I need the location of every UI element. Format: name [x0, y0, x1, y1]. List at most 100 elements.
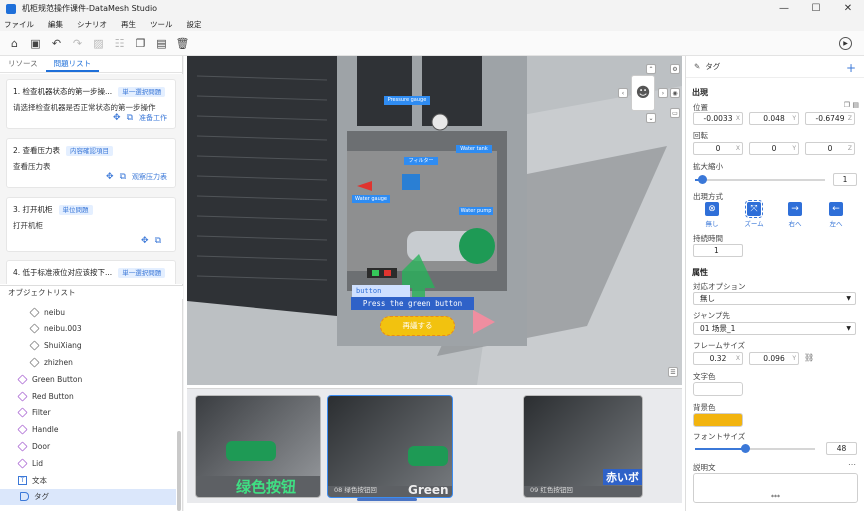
scale-input[interactable]: 1: [833, 173, 857, 186]
minimize-icon[interactable]: —: [768, 0, 800, 17]
text-color-swatch[interactable]: [693, 382, 743, 396]
link-icon[interactable]: ✥: [141, 236, 149, 246]
play-icon[interactable]: ▶: [839, 37, 852, 50]
view-top-icon[interactable]: ⌃: [646, 64, 656, 74]
frame-height-input[interactable]: 0.096 Y: [749, 352, 799, 365]
more-icon[interactable]: ⋯: [848, 460, 856, 469]
object-tree-item[interactable]: Green Button: [17, 371, 82, 387]
scene-yellow-tag-button[interactable]: 再議する: [380, 316, 455, 336]
layout-icon[interactable]: ☷: [109, 33, 130, 54]
label-water-tank[interactable]: Water tank: [456, 145, 492, 153]
question-card[interactable]: 4. 低于标准液位对应该按下... 単一選択問題: [6, 260, 176, 284]
view-left-icon[interactable]: ‹: [618, 88, 628, 98]
view-bottom-icon[interactable]: ⌄: [646, 113, 656, 123]
jump-select[interactable]: 01 场景_1 ▼: [693, 322, 856, 335]
object-tree-item[interactable]: Red Button: [17, 388, 74, 404]
timeline-thumbnail-selected[interactable]: 08 绿色按钮回 Green: [327, 395, 453, 498]
menu-settings[interactable]: 設定: [187, 19, 202, 30]
object-tree-item[interactable]: T 文本: [18, 472, 47, 488]
copy-position-icon[interactable]: ❐: [844, 101, 850, 109]
question-desc: 查看压力表: [13, 162, 51, 171]
question-card[interactable]: 1. 检查机器状态的第一步操... 単一選択問題 请选择检查机器是否正常状态的第一…: [6, 79, 176, 129]
menu-file[interactable]: ファイル: [4, 19, 34, 30]
font-size-slider[interactable]: [695, 444, 815, 453]
mode-none[interactable]: ⊗ 無し: [696, 202, 728, 228]
add-icon[interactable]: +: [846, 61, 856, 75]
view-cube-icon[interactable]: ☻: [631, 75, 655, 111]
timeline-scrollbar[interactable]: [357, 498, 417, 501]
position-x-input[interactable]: -0.0033 X: [693, 112, 743, 125]
zoom-icon: ⤧: [745, 200, 763, 218]
jump-icon[interactable]: ⧉: [120, 172, 126, 182]
tab-question-list[interactable]: 問題リスト: [45, 56, 100, 72]
rotation-z-input[interactable]: 0Z: [805, 142, 855, 155]
question-desc: 请选择检查机器是否正常状态的第一步操作: [13, 103, 156, 112]
thumbnail-big-text: 赤いボ: [606, 471, 639, 484]
object-tree-item[interactable]: Filter: [17, 405, 51, 421]
jump-icon[interactable]: ⧉: [127, 113, 133, 123]
position-y-input[interactable]: 0.048 Y: [749, 112, 799, 125]
menu-play[interactable]: 再生: [121, 19, 136, 30]
tab-resources[interactable]: リソース: [0, 56, 46, 72]
timeline-thumbnail[interactable]: 绿色按钮: [195, 395, 321, 498]
question-card[interactable]: 3. 打开机柜 単位問題 打开机柜 ✥ ⧉: [6, 197, 176, 252]
scene-button-label[interactable]: button: [352, 285, 410, 297]
menu-edit[interactable]: 編集: [48, 19, 63, 30]
object-tree-item[interactable]: zhizhen: [29, 354, 73, 370]
font-size-input[interactable]: 48: [826, 442, 857, 455]
mode-right[interactable]: → 右へ: [779, 202, 811, 228]
undo-icon[interactable]: ↶: [46, 33, 67, 54]
object-tree-label: タグ: [34, 492, 49, 502]
scale-slider[interactable]: [695, 175, 825, 184]
mode-zoom[interactable]: ⤧ ズーム: [738, 200, 770, 228]
close-icon[interactable]: ✕: [832, 0, 864, 17]
view-camera-icon[interactable]: ◉: [670, 88, 680, 98]
mode-left[interactable]: ← 左へ: [820, 202, 852, 228]
list-view-icon[interactable]: ☰: [668, 367, 678, 377]
question-action[interactable]: 观察压力表: [132, 172, 167, 182]
label-water-gauge[interactable]: Water gauge: [352, 195, 390, 203]
position-z-input[interactable]: -0.6749 Z: [805, 112, 855, 125]
view-layers-icon[interactable]: ▭: [670, 108, 680, 118]
object-list-scrollbar[interactable]: [177, 431, 181, 511]
redo-icon[interactable]: ↷: [67, 33, 88, 54]
timeline-thumbnail[interactable]: 09 红色按钮回 赤いボ: [523, 395, 643, 498]
menu-scenario[interactable]: シナリオ: [77, 19, 107, 30]
menu-tools[interactable]: ツール: [150, 19, 173, 30]
rotation-x-input[interactable]: 0X: [693, 142, 743, 155]
description-textarea[interactable]: ***: [693, 473, 858, 503]
jump-icon[interactable]: ⧉: [155, 236, 161, 246]
paste-icon[interactable]: ▤: [151, 33, 172, 54]
label-filter[interactable]: フィルター: [404, 157, 438, 165]
object-tree-item[interactable]: タグ: [0, 488, 176, 505]
object-tree-item[interactable]: Handle: [17, 422, 58, 438]
question-action[interactable]: 准备工作: [139, 113, 167, 123]
screenshot-icon[interactable]: ▨: [88, 33, 109, 54]
copy-icon[interactable]: ❐: [130, 33, 151, 54]
save-icon[interactable]: ▣: [25, 33, 46, 54]
option-select[interactable]: 無し ▼: [693, 292, 856, 305]
paste-position-icon[interactable]: ▤: [852, 101, 859, 109]
object-tree-item[interactable]: ShuiXiang: [29, 338, 82, 354]
link-icon[interactable]: ✥: [113, 113, 121, 123]
scene-instruction-text[interactable]: Press the green button: [351, 297, 474, 310]
frame-width-input[interactable]: 0.32 X: [693, 352, 743, 365]
home-icon[interactable]: ⌂: [4, 33, 25, 54]
delete-icon[interactable]: 🗑: [172, 33, 193, 54]
link-icon[interactable]: ✥: [106, 172, 114, 182]
label-water-pump[interactable]: Water pump: [459, 207, 493, 215]
label-pressure-gauge[interactable]: Pressure gauge: [384, 96, 430, 105]
duration-label: 持続時間: [693, 234, 723, 243]
bg-color-swatch[interactable]: [693, 413, 743, 427]
rotation-y-input[interactable]: 0Y: [749, 142, 799, 155]
object-tree-item[interactable]: Door: [17, 438, 50, 454]
object-tree-item[interactable]: Lid: [17, 455, 43, 471]
question-card[interactable]: 2. 查看压力表 内容確認項目 查看压力表 ✥ ⧉ 观察压力表: [6, 138, 176, 188]
view-settings-icon[interactable]: ⚙: [670, 64, 680, 74]
maximize-icon[interactable]: ☐: [800, 0, 832, 17]
duration-input[interactable]: 1: [693, 244, 743, 257]
view-right-icon[interactable]: ›: [658, 88, 668, 98]
link-ratio-icon[interactable]: ⛓: [804, 353, 814, 362]
object-tree-item[interactable]: neibu.003: [29, 321, 82, 337]
object-tree-item[interactable]: neibu: [29, 304, 65, 320]
